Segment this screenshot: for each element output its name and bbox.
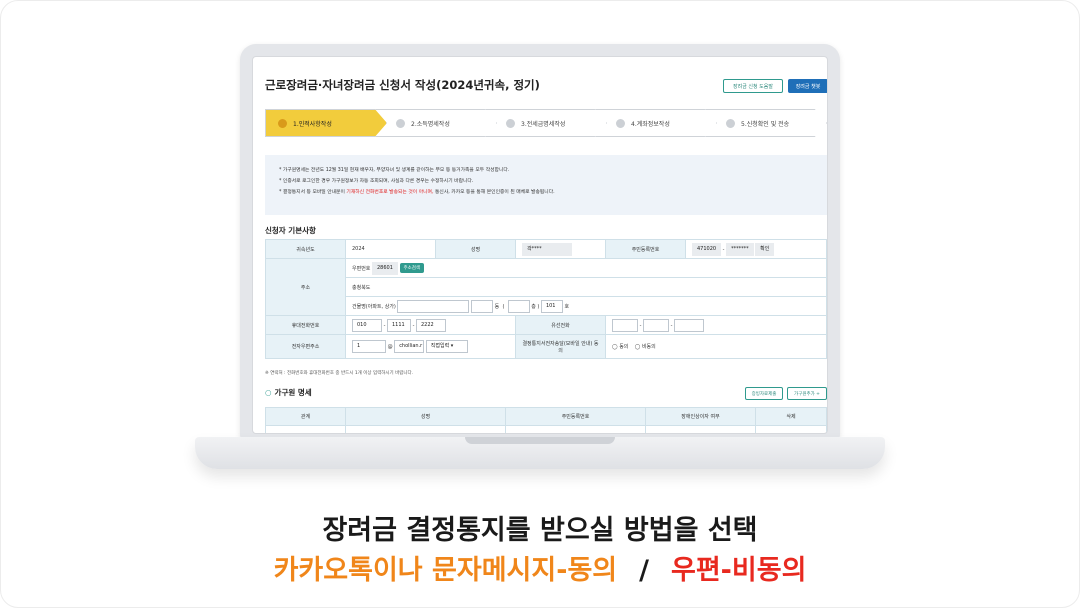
laptop-screen: 근로장려금·자녀장려금 신청서 작성(2024년귀속, 정기) 장려금 신청 도… bbox=[252, 56, 828, 434]
column-header: 삭제 bbox=[755, 407, 827, 426]
table-row bbox=[265, 425, 827, 433]
step-label: 5.신청확인 및 전송 bbox=[741, 120, 790, 128]
consent-no-radio[interactable]: ◯ 비동의 bbox=[635, 344, 656, 350]
email-id-input[interactable]: 1 bbox=[352, 340, 386, 353]
chatbot-button[interactable]: 장려금 챗봇 bbox=[788, 79, 827, 93]
add-member-button[interactable]: 가구원추가 + bbox=[787, 387, 827, 400]
notice-text: * 결정통지서 등 모바일 안내문이 bbox=[279, 190, 347, 195]
email-cell: 1 @ chollian.r 직접입력 ▾ bbox=[345, 334, 516, 359]
at-sign: @ bbox=[387, 344, 393, 350]
laptop-lid: 근로장려금·자녀장려금 신청서 작성(2024년귀속, 정기) 장려금 신청 도… bbox=[240, 44, 840, 439]
members-title-text: 가구원 명세 bbox=[274, 388, 312, 397]
email-select-value: 직접입력 bbox=[430, 343, 450, 349]
step-3[interactable]: 3.전세금명세작성 bbox=[485, 109, 607, 137]
contact-note: ※ 연락처 : 전화번호와 휴대전화번호 중 반드시 1개 이상 입력하시기 바… bbox=[265, 371, 414, 376]
building-label: 건물명(아파트, 상가) bbox=[352, 303, 396, 310]
step-label: 1.인적사항작성 bbox=[293, 120, 332, 128]
tel-input-2[interactable] bbox=[642, 318, 669, 332]
year-value: 2024 bbox=[345, 239, 436, 259]
dong-label: 동 bbox=[494, 303, 500, 310]
consent-label: 결정통지서전자송달(모바일 안내) 동의 bbox=[515, 334, 606, 359]
name-field: 곽**** bbox=[522, 242, 572, 256]
step-5[interactable]: 5.신청확인 및 전송 bbox=[705, 109, 827, 137]
confirm-button[interactable]: 확인 bbox=[755, 242, 775, 256]
tel-label: 유선전화 bbox=[515, 315, 606, 335]
chevron-down-icon: ▾ bbox=[450, 343, 454, 349]
notice-line: * 결정통지서 등 모바일 안내문이 기재하신 전화번호로 발송되는 것이 아니… bbox=[279, 187, 813, 198]
submit-documents-button[interactable]: 증빙자료제출 bbox=[745, 387, 783, 400]
consent-no-label: 비동의 bbox=[641, 344, 656, 350]
tel-input-1[interactable] bbox=[612, 318, 638, 332]
caption-line-2: 카카오톡이나 문자메시지-동의 / 우편-비동의 bbox=[0, 548, 1080, 587]
year-label: 귀속년도 bbox=[265, 239, 346, 259]
caption-nonconsent-option: 우편-비동의 bbox=[671, 555, 807, 586]
tel-input-3[interactable] bbox=[673, 318, 704, 332]
ho-label: 호 bbox=[564, 303, 570, 310]
notice-box: * 가구원명세는 전년도 12월 31일 현재 배우자, 부양자녀 및 생계를 … bbox=[265, 155, 827, 215]
address-line: 충청북도 bbox=[345, 277, 827, 297]
consent-yes-label: 동의 bbox=[619, 344, 629, 350]
dong-input[interactable] bbox=[471, 299, 494, 313]
consent-yes-radio[interactable]: ◯ 동의 bbox=[612, 344, 628, 350]
step-label: 2.소득명세작성 bbox=[411, 120, 450, 128]
step-circle-icon bbox=[616, 118, 625, 128]
step-1[interactable]: 1.인적사항작성 bbox=[265, 109, 387, 137]
step-2[interactable]: 2.소득명세작성 bbox=[375, 109, 497, 137]
name-cell: 곽**** bbox=[515, 239, 606, 259]
column-header: 성명 bbox=[345, 407, 506, 426]
name-label: 성명 bbox=[435, 239, 516, 259]
ho-input[interactable]: 101 bbox=[540, 299, 563, 313]
mobile-label: 휴대전화번호 bbox=[265, 315, 346, 335]
notice-text: 통신사, 카카오 등을 통해 본인인증이 된 매체로 발송됩니다. bbox=[433, 190, 555, 195]
step-label: 4.계좌정보작성 bbox=[631, 120, 670, 128]
guide-button[interactable]: 장려금 신청 도움말 bbox=[723, 79, 783, 93]
applicant-form: 귀속년도 2024 성명 곽**** 주민등록번호 471020 - *****… bbox=[265, 239, 827, 359]
notice-line: * 가구원명세는 전년도 12월 31일 현재 배우자, 부양자녀 및 생계를 … bbox=[279, 168, 510, 173]
postal-label: 우편번호 bbox=[352, 265, 371, 272]
consent-cell: ◯ 동의 ◯ 비동의 bbox=[605, 334, 827, 359]
column-header: 주민등록번호 bbox=[505, 407, 646, 426]
step-circle-icon bbox=[506, 118, 515, 128]
column-header: 장애인상이자 여부 bbox=[645, 407, 756, 426]
tel-cell: - - bbox=[605, 315, 827, 335]
building-input[interactable] bbox=[397, 299, 470, 313]
page-title: 근로장려금·자녀장려금 신청서 작성(2024년귀속, 정기) bbox=[265, 78, 540, 92]
address-search-button[interactable]: 주소검색 bbox=[399, 263, 425, 273]
notice-line: * 인증서로 로그인한 경우 가구원정보가 자동 조회되며, 사실과 다른 경우… bbox=[279, 179, 474, 184]
step-circle-icon bbox=[726, 118, 735, 128]
step-4[interactable]: 4.계좌정보작성 bbox=[595, 109, 717, 137]
caption-separator: / bbox=[639, 555, 649, 586]
floor-input[interactable] bbox=[507, 299, 530, 313]
notice-warning: 기재하신 전화번호로 발송되는 것이 아니며, bbox=[346, 190, 434, 195]
step-circle-icon bbox=[396, 118, 405, 128]
members-title: ○ 가구원 명세 bbox=[265, 387, 312, 398]
caption-line-1: 장려금 결정통지를 받으실 방법을 선택 bbox=[322, 515, 758, 546]
email-domain-input[interactable]: chollian.r bbox=[394, 340, 425, 353]
email-domain-select[interactable]: 직접입력 ▾ bbox=[425, 340, 468, 353]
rrn-label: 주민등록번호 bbox=[605, 239, 686, 259]
mobile-input-3[interactable]: 2222 bbox=[415, 318, 446, 332]
address-label: 주소 bbox=[265, 258, 346, 316]
column-header: 관계 bbox=[265, 407, 346, 426]
mobile-input-1[interactable]: 010 bbox=[352, 318, 382, 332]
building-row: 건물명(아파트, 상가) 동 ( 층 ) 101 호 bbox=[345, 296, 827, 316]
circle-icon: ○ bbox=[265, 388, 272, 397]
rrn-back-field: ******* bbox=[726, 242, 754, 256]
section-title: 신청자 기본사항 bbox=[265, 226, 316, 235]
email-label: 전자우편주소 bbox=[265, 334, 346, 359]
postal-row: 우편번호 28601 주소검색 bbox=[345, 258, 827, 278]
postal-field: 28601 bbox=[372, 261, 398, 275]
floor-label: 층 bbox=[531, 303, 536, 310]
table-header-row: 관계 성명 주민등록번호 장애인상이자 여부 삭제 bbox=[265, 407, 827, 426]
mobile-input-2[interactable]: 1111 bbox=[386, 318, 411, 332]
rrn-cell: 471020 - ******* 확인 bbox=[685, 239, 827, 259]
members-table: 관계 성명 주민등록번호 장애인상이자 여부 삭제 bbox=[265, 407, 827, 433]
laptop-notch bbox=[465, 437, 615, 444]
rrn-front-field: 471020 bbox=[692, 242, 722, 256]
caption-consent-option: 카카오톡이나 문자메시지-동의 bbox=[273, 555, 618, 586]
mobile-cell: 010 - 1111 - 2222 bbox=[345, 315, 516, 335]
step-progress: 1.인적사항작성 2.소득명세작성 3.전세금명세작성 4.계좌정보작성 5.신… bbox=[265, 109, 827, 137]
step-circle-icon bbox=[278, 118, 287, 128]
step-label: 3.전세금명세작성 bbox=[521, 120, 566, 128]
